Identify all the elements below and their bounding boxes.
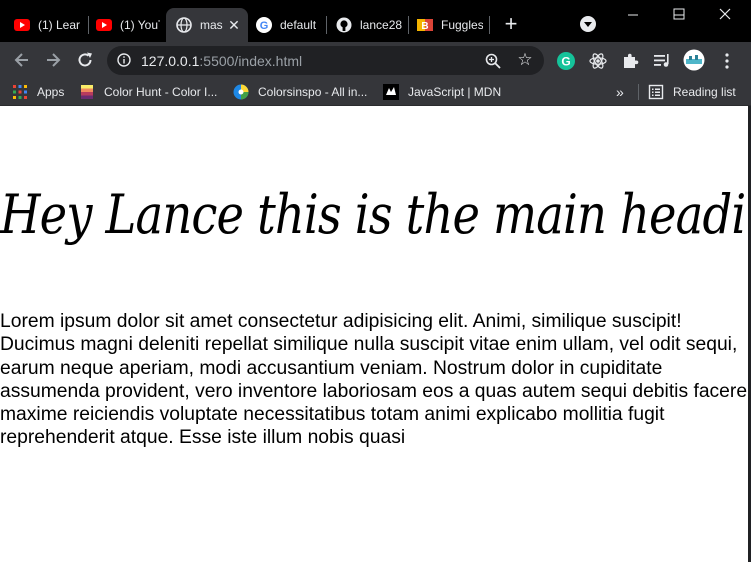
media-queue-icon[interactable] <box>652 51 672 71</box>
apps-grid-icon <box>12 84 28 100</box>
reading-list-label: Reading list <box>673 85 736 99</box>
body-paragraph: Lorem ipsum dolor sit amet consectetur a… <box>0 311 748 449</box>
back-button[interactable] <box>12 50 32 70</box>
bookmark-javascript-mdn[interactable]: JavaScript | MDN <box>383 83 501 101</box>
back-arrow-icon <box>14 53 28 67</box>
more-bookmarks-chevron-icon[interactable]: » <box>616 83 624 101</box>
chrome-menu-icon[interactable] <box>717 51 737 71</box>
bookmark-label: Color Hunt - Color I... <box>104 85 218 99</box>
grammarly-icon[interactable]: G <box>556 51 576 71</box>
maximize-button[interactable] <box>656 0 702 30</box>
reading-list-button[interactable]: Reading list <box>648 83 736 101</box>
colorsinspo-icon <box>233 84 249 100</box>
bookmark-colorsinspo[interactable]: Colorsinspo - All in... <box>233 83 367 101</box>
reading-list-icon <box>648 84 664 100</box>
url-host: 127.0.0.1 <box>141 53 200 69</box>
svg-text:G: G <box>561 55 570 69</box>
tab-title: (1) Lear <box>38 18 81 32</box>
bookmark-label: Colorsinspo - All in... <box>258 85 368 99</box>
main-heading: Hey Lance this is the main heading <box>0 183 748 246</box>
close-window-button[interactable] <box>702 0 748 30</box>
forward-button[interactable] <box>43 50 63 70</box>
browser-toolbar: 127.0.0.1:5500/index.html ☆ G <box>0 42 751 79</box>
tab-title: mas <box>200 18 223 32</box>
address-bar[interactable]: 127.0.0.1:5500/index.html ☆ <box>107 46 544 75</box>
google-icon: G <box>256 17 272 33</box>
tab-divider <box>408 16 409 34</box>
bookmark-apps[interactable]: Apps <box>12 83 64 101</box>
close-tab-icon[interactable]: ✕ <box>226 17 242 33</box>
color-hunt-icon <box>79 84 95 100</box>
zoom-icon[interactable] <box>485 53 501 69</box>
tab-google-default[interactable]: G default <box>256 8 320 42</box>
profile-avatar[interactable] <box>683 49 705 71</box>
tab-divider <box>88 16 89 34</box>
github-icon <box>336 17 352 33</box>
tab-active-index[interactable]: mas ✕ <box>166 8 248 42</box>
bookmarks-divider <box>638 84 639 100</box>
reload-button[interactable] <box>75 50 95 70</box>
globe-icon <box>176 17 192 33</box>
url-path: :5500/index.html <box>199 53 303 69</box>
bookmark-color-hunt[interactable]: Color Hunt - Color I... <box>79 83 217 101</box>
svg-text:B: B <box>421 21 428 32</box>
fuggles-icon: B <box>417 17 433 33</box>
tab-title: (1) YouT <box>120 18 160 32</box>
tab-title: lance28 <box>360 18 402 32</box>
tab-divider <box>489 16 490 34</box>
tab-divider <box>326 16 327 34</box>
extensions-puzzle-icon[interactable] <box>620 51 640 71</box>
site-info-icon[interactable] <box>117 53 131 67</box>
mdn-icon <box>383 84 399 100</box>
youtube-icon <box>96 17 112 33</box>
youtube-icon <box>14 17 30 33</box>
forward-arrow-icon <box>47 53 61 67</box>
tab-title: default <box>280 18 317 32</box>
tab-fuggles[interactable]: B Fuggles <box>417 8 483 42</box>
bookmark-star-icon[interactable]: ☆ <box>516 51 534 69</box>
new-tab-button[interactable]: + <box>499 13 523 37</box>
tab-search-icon[interactable] <box>580 16 596 32</box>
tab-title: Fuggles <box>441 18 483 32</box>
reload-icon <box>78 52 92 67</box>
bookmark-label: Apps <box>37 85 65 99</box>
bookmark-label: JavaScript | MDN <box>408 85 502 99</box>
tab-youtube-1[interactable]: (1) Lear <box>14 8 82 42</box>
tab-youtube-2[interactable]: (1) YouT <box>96 8 160 42</box>
minimize-button[interactable] <box>610 0 656 30</box>
react-devtools-icon[interactable] <box>588 51 608 71</box>
page-viewport: Hey Lance this is the main heading Lorem… <box>0 106 748 562</box>
url-text[interactable]: 127.0.0.1:5500/index.html <box>141 53 302 69</box>
tab-github-lance28[interactable]: lance28 <box>336 8 402 42</box>
svg-text:G: G <box>260 20 269 32</box>
